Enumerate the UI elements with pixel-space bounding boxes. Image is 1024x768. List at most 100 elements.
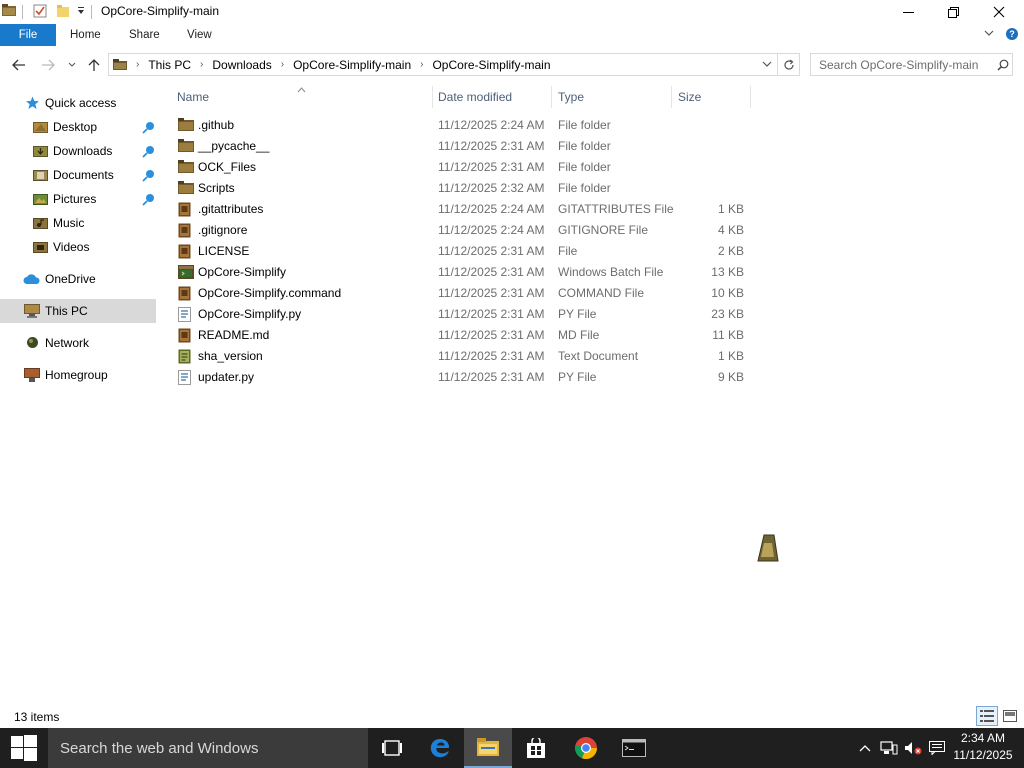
chevron-right-icon[interactable]: › bbox=[200, 59, 203, 70]
nav-homegroup[interactable]: Homegroup bbox=[0, 363, 156, 387]
file-name[interactable]: sha_version bbox=[198, 349, 263, 363]
file-row[interactable]: LICENSE 11/12/2025 2:31 AM File 2 KB bbox=[165, 241, 755, 262]
task-view-button[interactable] bbox=[368, 728, 416, 768]
column-name[interactable]: Name bbox=[177, 90, 209, 104]
cmd-button[interactable] bbox=[610, 728, 658, 768]
show-hidden-icons-button[interactable] bbox=[856, 728, 874, 768]
pin-icon[interactable] bbox=[142, 120, 156, 137]
network-tray-button[interactable] bbox=[878, 728, 900, 768]
file-name[interactable]: .github bbox=[198, 118, 234, 132]
nav-onedrive[interactable]: OneDrive bbox=[0, 267, 156, 291]
edge-button[interactable] bbox=[416, 728, 464, 768]
pin-icon[interactable] bbox=[142, 168, 156, 185]
tab-view[interactable]: View bbox=[187, 24, 212, 46]
chrome-button[interactable] bbox=[562, 728, 610, 768]
file-name[interactable]: Scripts bbox=[198, 181, 235, 195]
recent-locations-icon[interactable] bbox=[64, 56, 80, 74]
refresh-button[interactable] bbox=[778, 53, 800, 76]
file-row[interactable]: sha_version 11/12/2025 2:31 AM Text Docume… bbox=[165, 346, 755, 367]
search-icon[interactable] bbox=[997, 59, 1009, 71]
nav-documents[interactable]: Documents bbox=[0, 163, 156, 187]
new-folder-icon[interactable] bbox=[56, 4, 70, 18]
breadcrumb-opcore-simplify-main[interactable]: OpCore-Simplify-main bbox=[293, 58, 411, 72]
column-date-modified[interactable]: Date modified bbox=[438, 90, 512, 104]
chevron-right-icon[interactable]: › bbox=[136, 59, 139, 70]
address-bar[interactable]: › This PC › Downloads › OpCore-Simplify-… bbox=[108, 53, 778, 76]
file-name[interactable]: OpCore-Simplify.py bbox=[198, 307, 301, 321]
help-icon[interactable]: ? bbox=[1006, 28, 1018, 40]
file-name[interactable]: README.md bbox=[198, 328, 269, 342]
file-date-modified: 11/12/2025 2:31 AM bbox=[438, 139, 545, 153]
file-row[interactable]: OpCore-Simplify.py 11/12/2025 2:31 AM PY F… bbox=[165, 304, 755, 325]
clock[interactable]: 2:34 AM 11/12/2025 bbox=[948, 730, 1018, 764]
chevron-right-icon[interactable]: › bbox=[420, 59, 423, 70]
column-headers: Name Date modified Type Size bbox=[165, 86, 755, 108]
nav-desktop[interactable]: Desktop bbox=[0, 115, 156, 139]
breadcrumb-downloads[interactable]: Downloads bbox=[212, 58, 271, 72]
file-name[interactable]: OpCore-Simplify.command bbox=[198, 286, 341, 300]
nav-music[interactable]: Music bbox=[0, 211, 156, 235]
back-button[interactable] bbox=[11, 56, 27, 74]
taskbar-search-text: Search the web and Windows bbox=[60, 739, 259, 757]
action-center-button[interactable] bbox=[926, 728, 948, 768]
nav-quick-access[interactable]: Quick access bbox=[0, 91, 156, 115]
nav-network[interactable]: Network bbox=[0, 331, 156, 355]
customize-quick-access-icon[interactable] bbox=[76, 6, 86, 16]
file-row[interactable]: OpCore-Simplify.command 11/12/2025 2:31 A… bbox=[165, 283, 755, 304]
file-icon bbox=[178, 223, 194, 238]
up-button[interactable] bbox=[86, 56, 102, 74]
search-input[interactable] bbox=[819, 57, 995, 72]
restore-button[interactable] bbox=[930, 0, 976, 24]
column-type[interactable]: Type bbox=[558, 90, 584, 104]
breadcrumb-opcore-simplify-main-current[interactable]: OpCore-Simplify-main bbox=[432, 58, 550, 72]
file-row[interactable]: Scripts 11/12/2025 2:32 AM File folder bbox=[165, 178, 755, 199]
store-button[interactable] bbox=[512, 728, 560, 768]
file-size: 23 KB bbox=[711, 307, 744, 321]
start-button[interactable] bbox=[0, 728, 48, 768]
file-name[interactable]: updater.py bbox=[198, 370, 254, 384]
file-size: 13 KB bbox=[711, 265, 744, 279]
volume-tray-button[interactable] bbox=[902, 728, 924, 768]
minimize-button[interactable] bbox=[885, 0, 931, 24]
tab-share[interactable]: Share bbox=[129, 24, 160, 46]
nav-downloads[interactable]: Downloads bbox=[0, 139, 156, 163]
details-view-icon bbox=[980, 710, 994, 722]
pin-icon[interactable] bbox=[142, 144, 156, 161]
file-row[interactable]: README.md 11/12/2025 2:31 AM MD File 11 KB bbox=[165, 325, 755, 346]
ribbon-tabs: File Home Share View ? bbox=[0, 24, 1024, 46]
close-button[interactable] bbox=[976, 0, 1022, 24]
breadcrumb-this-pc[interactable]: This PC bbox=[148, 58, 191, 72]
tab-home[interactable]: Home bbox=[70, 24, 101, 46]
forward-button[interactable] bbox=[40, 56, 56, 74]
file-name[interactable]: OCK_Files bbox=[198, 160, 256, 174]
chevron-right-icon[interactable]: › bbox=[281, 59, 284, 70]
taskbar-search-box[interactable]: Search the web and Windows bbox=[48, 728, 368, 768]
file-type: File folder bbox=[558, 160, 611, 174]
file-name[interactable]: .gitignore bbox=[198, 223, 247, 237]
nav-pictures[interactable]: Pictures bbox=[0, 187, 156, 211]
file-row[interactable]: __pycache__ 11/12/2025 2:31 AM File folder bbox=[165, 136, 755, 157]
file-row[interactable]: .github 11/12/2025 2:24 AM File folder bbox=[165, 115, 755, 136]
file-name[interactable]: .gitattributes bbox=[198, 202, 263, 216]
file-name[interactable]: OpCore-Simplify bbox=[198, 265, 286, 279]
details-view-button[interactable] bbox=[976, 706, 998, 726]
file-row[interactable]: .gitignore 11/12/2025 2:24 AM GITIGNORE Fi… bbox=[165, 220, 755, 241]
expand-ribbon-icon[interactable] bbox=[984, 28, 994, 40]
pin-icon[interactable] bbox=[142, 192, 156, 209]
search-box[interactable] bbox=[810, 53, 1013, 76]
tab-file[interactable]: File bbox=[0, 24, 56, 46]
large-icons-view-button[interactable] bbox=[999, 706, 1021, 726]
address-dropdown-icon[interactable] bbox=[762, 60, 772, 68]
file-row[interactable]: updater.py 11/12/2025 2:31 AM PY File 9 KB bbox=[165, 367, 755, 388]
file-name[interactable]: __pycache__ bbox=[198, 139, 269, 153]
file-explorer-button[interactable] bbox=[464, 728, 512, 768]
file-row[interactable]: .gitattributes 11/12/2025 2:24 AM GITATTRI… bbox=[165, 199, 755, 220]
nav-this-pc[interactable]: This PC bbox=[0, 299, 156, 323]
file-row[interactable]: OCK_Files 11/12/2025 2:31 AM File folder bbox=[165, 157, 755, 178]
file-row[interactable]: OpCore-Simplify 11/12/2025 2:31 AM Windows… bbox=[165, 262, 755, 283]
nav-videos[interactable]: Videos bbox=[0, 235, 156, 259]
file-name[interactable]: LICENSE bbox=[198, 244, 249, 258]
file-date-modified: 11/12/2025 2:31 AM bbox=[438, 160, 545, 174]
properties-icon[interactable] bbox=[33, 4, 47, 18]
column-size[interactable]: Size bbox=[678, 90, 701, 104]
